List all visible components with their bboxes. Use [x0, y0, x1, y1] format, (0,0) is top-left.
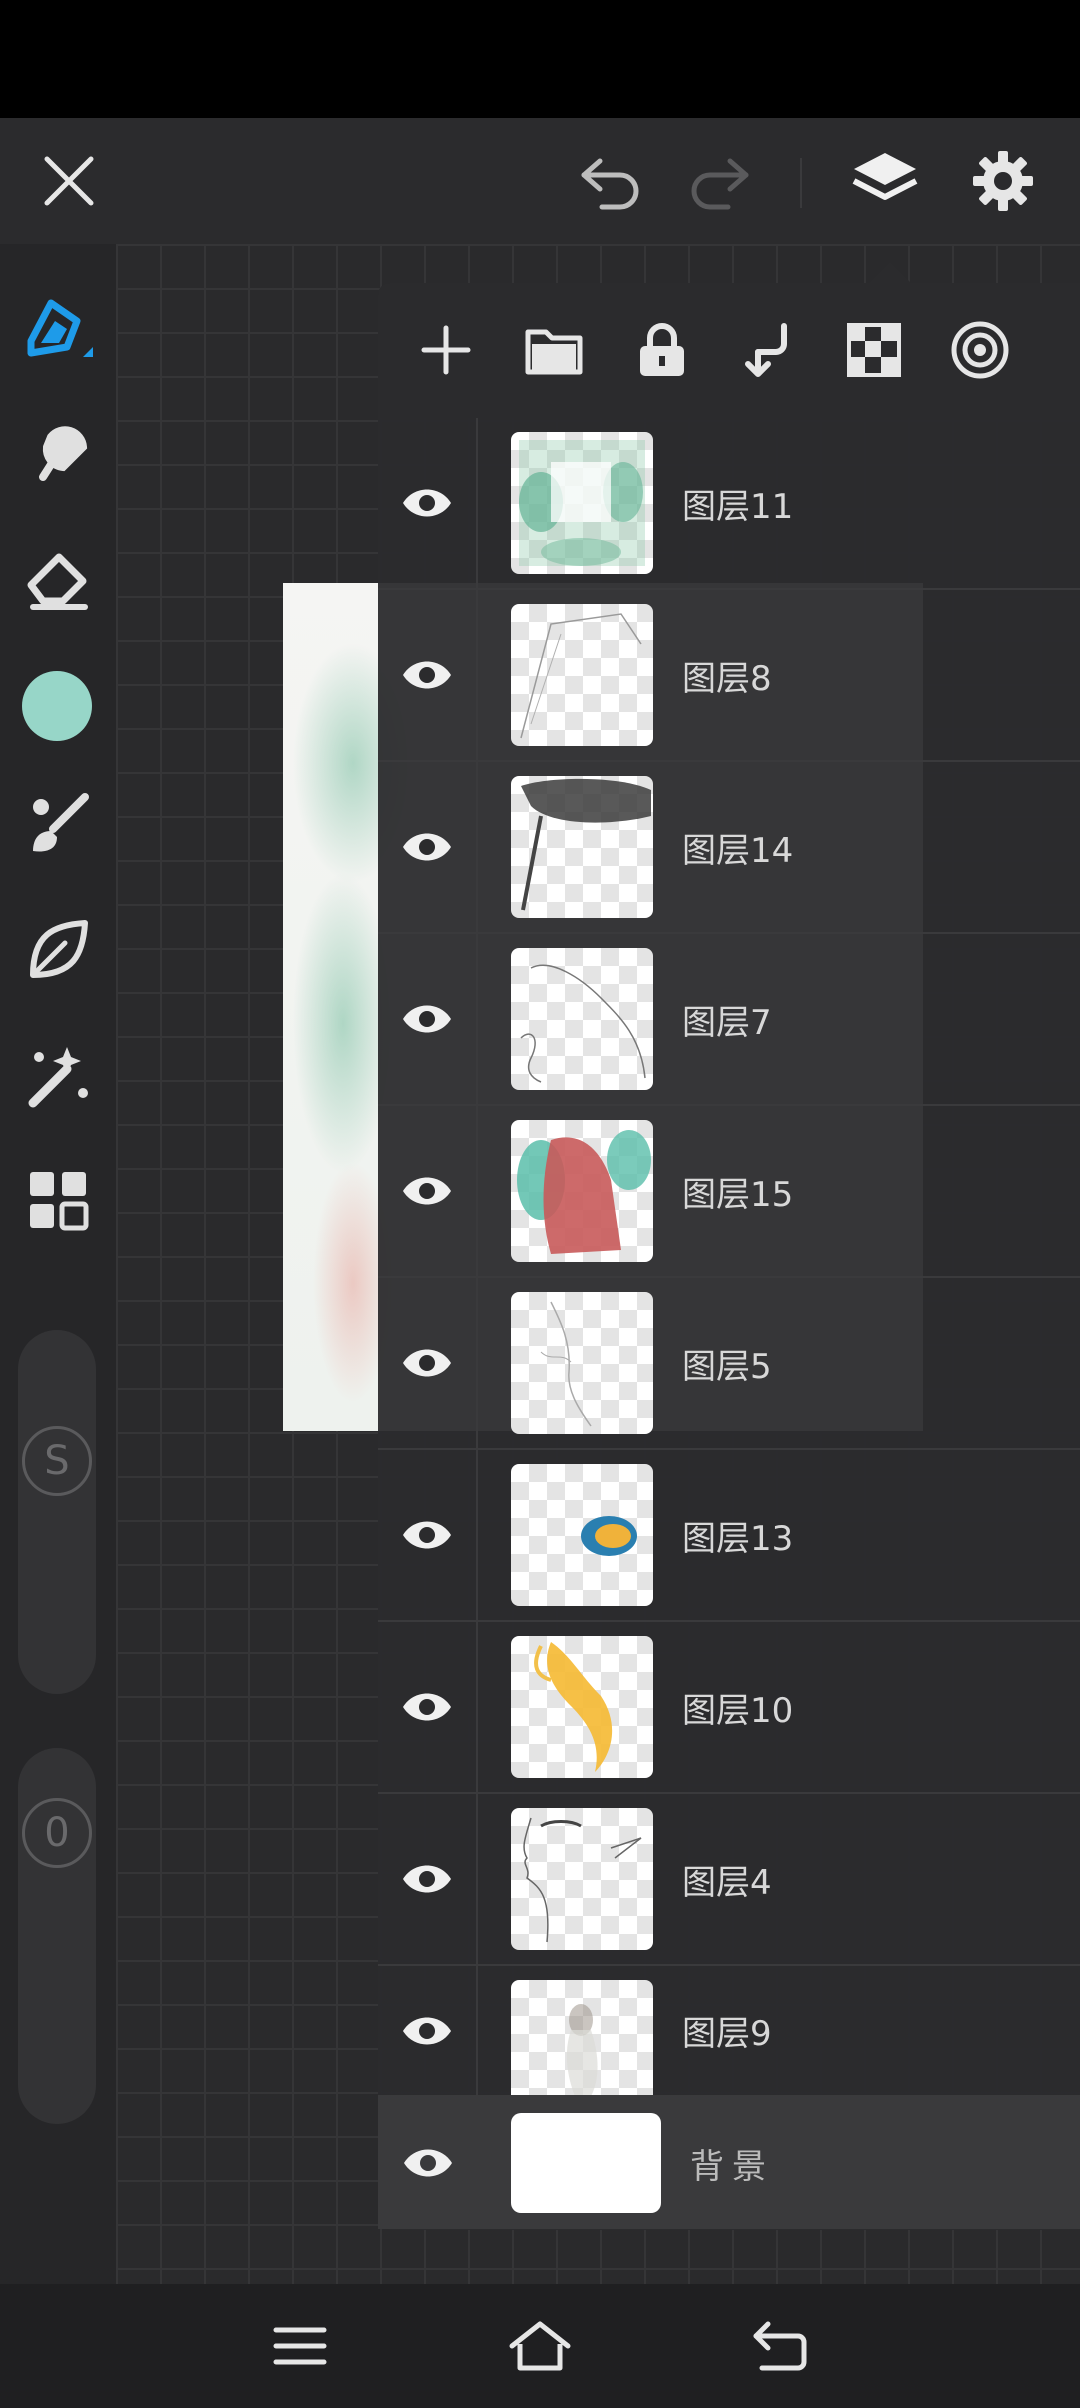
layers-panel: 图层11 图层8 图层14 图层7 图层15 图层5 图层13 图层10 图层4…	[378, 283, 1080, 2230]
layer-row[interactable]: 图层15	[378, 1106, 1080, 1278]
pen-tool-icon[interactable]	[14, 284, 102, 372]
brush-tool-icon[interactable]	[14, 780, 102, 868]
layer-row[interactable]: 图层8	[378, 590, 1080, 762]
layer-name: 图层4	[682, 1862, 772, 1903]
visibility-eye-icon[interactable]	[378, 1106, 478, 1276]
top-bar	[0, 118, 1080, 244]
eraser-tool-icon[interactable]	[14, 534, 102, 622]
home-icon[interactable]	[498, 2304, 582, 2388]
layers-icon[interactable]	[840, 136, 930, 226]
visibility-eye-icon[interactable]	[378, 590, 478, 760]
menu-icon[interactable]	[258, 2304, 342, 2388]
target-icon[interactable]	[938, 308, 1022, 392]
layer-name: 图层9	[682, 2014, 772, 2054]
visibility-eye-icon[interactable]	[378, 2097, 478, 2229]
add-layer-icon[interactable]	[404, 308, 488, 392]
visibility-eye-icon[interactable]	[378, 1966, 478, 2095]
toolbar-divider	[800, 158, 802, 208]
close-icon[interactable]	[24, 136, 114, 226]
background-layer-row[interactable]: 背景	[378, 2097, 1080, 2229]
layer-thumbnail	[511, 604, 653, 746]
back-icon[interactable]	[738, 2304, 822, 2388]
layer-row[interactable]: 图层9	[378, 1966, 1080, 2097]
transparency-icon[interactable]	[832, 308, 916, 392]
opacity-slider[interactable]: 0	[18, 1748, 96, 2124]
layer-name: 图层7	[682, 1002, 772, 1043]
layer-thumbnail	[511, 776, 653, 918]
visibility-eye-icon[interactable]	[378, 762, 478, 932]
undo-icon[interactable]	[566, 136, 656, 226]
layer-thumbnail	[511, 1636, 653, 1778]
layer-row[interactable]: 图层13	[378, 1450, 1080, 1622]
leaf-tool-icon[interactable]	[14, 906, 102, 994]
opacity-slider-knob[interactable]: 0	[22, 1798, 92, 1868]
settings-gear-icon[interactable]	[958, 136, 1048, 226]
merge-down-icon[interactable]	[726, 308, 810, 392]
layer-row[interactable]: 图层4	[378, 1794, 1080, 1966]
layer-name: 图层5	[682, 1346, 772, 1387]
visibility-eye-icon[interactable]	[378, 418, 478, 588]
background-layer-name: 背景	[690, 2146, 774, 2187]
brush-size-slider[interactable]: S	[18, 1330, 96, 1694]
system-nav-bar	[0, 2284, 1080, 2408]
magic-wand-icon[interactable]	[14, 1032, 102, 1120]
folder-icon[interactable]	[512, 308, 596, 392]
size-slider-knob[interactable]: S	[22, 1426, 92, 1496]
grid-layout-icon[interactable]	[14, 1156, 102, 1244]
visibility-eye-icon[interactable]	[378, 934, 478, 1104]
layers-toolbar	[378, 283, 1080, 418]
layer-row[interactable]: 图层5	[378, 1278, 1080, 1450]
lock-icon[interactable]	[620, 308, 704, 392]
status-bar	[0, 0, 1080, 118]
smudge-tool-icon[interactable]	[14, 408, 102, 496]
current-color-swatch[interactable]	[22, 671, 92, 741]
layer-row[interactable]: 图层10	[378, 1622, 1080, 1794]
background-thumbnail	[511, 2113, 661, 2213]
layer-name: 图层10	[682, 1690, 794, 1731]
layer-row[interactable]: 图层14	[378, 762, 1080, 934]
visibility-eye-icon[interactable]	[378, 1450, 478, 1620]
layer-thumbnail	[511, 1292, 653, 1434]
layer-thumbnail	[511, 1464, 653, 1606]
layer-thumbnail	[511, 1120, 653, 1262]
layer-row[interactable]: 图层11	[378, 418, 1080, 590]
redo-icon[interactable]	[674, 136, 764, 226]
layer-name: 图层11	[682, 486, 794, 527]
layer-thumbnail	[511, 432, 653, 574]
layer-thumbnail	[511, 1808, 653, 1950]
layer-thumbnail	[511, 948, 653, 1090]
visibility-eye-icon[interactable]	[378, 1278, 478, 1448]
visibility-eye-icon[interactable]	[378, 1622, 478, 1792]
layer-name: 图层13	[682, 1518, 794, 1559]
visibility-eye-icon[interactable]	[378, 1794, 478, 1964]
layer-row[interactable]: 图层7	[378, 934, 1080, 1106]
layer-thumbnail	[511, 1980, 653, 2095]
layer-name: 图层8	[682, 658, 772, 699]
layer-name: 图层15	[682, 1174, 794, 1215]
layer-name: 图层14	[682, 830, 794, 871]
